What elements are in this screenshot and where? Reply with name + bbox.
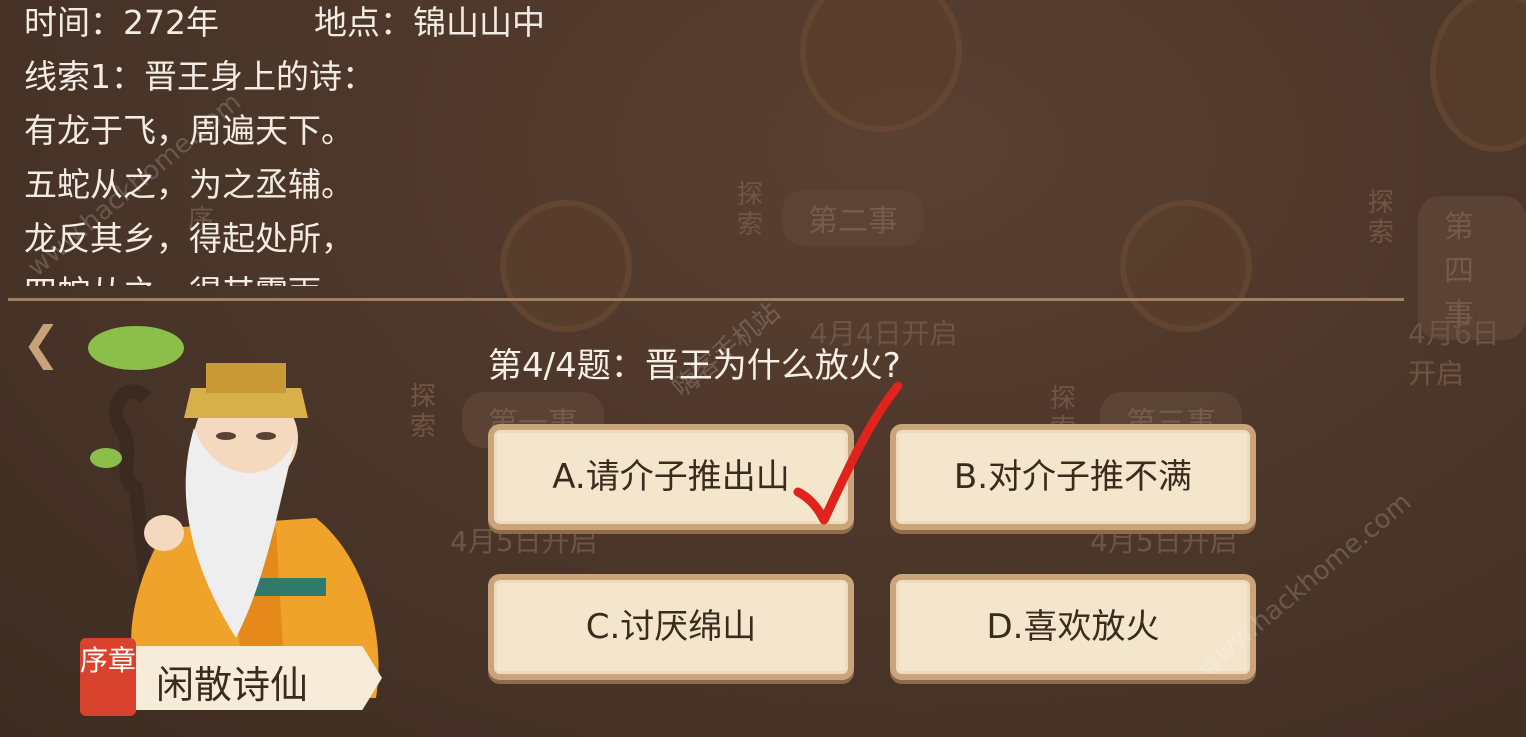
check-mark-icon [793,381,903,525]
divider [8,298,1404,301]
explore-label: 探索 [737,180,764,240]
answer-c-button[interactable]: C.讨厌绵山 [488,574,854,680]
character-name: 闲散诗仙 [156,663,309,707]
back-arrow-icon[interactable]: ❮ [22,318,62,368]
explore-label: 探索 [1368,188,1395,248]
clue-panel: 时间：272年 地点：锦山山中 线索1：晋王身上的诗： 有龙于飞，周遍天下。 五蛇… [24,0,664,286]
explore-label: 探索 [410,382,437,442]
character-name-plate: 闲散诗仙 [136,646,382,710]
unlock-date: 4月6日开启 [1408,317,1500,390]
poem-line: 四蛇从之，得其露雨 [24,266,664,286]
locked-medal-icon [1120,200,1252,332]
poem-line: 龙反其乡，得起处所， [24,219,354,258]
time-text: 时间：272年 [24,3,219,42]
place-text: 地点：锦山山中 [314,3,545,42]
poem-line: 有龙于飞，周遍天下。 [24,111,354,150]
chapter-tag-second: 第二事 [782,190,924,246]
answer-b-button[interactable]: B.对介子推不满 [890,424,1256,530]
clue-title: 线索1：晋王身上的诗： [24,57,375,96]
chapter-tag: 序章 [80,638,136,716]
time-place-row: 时间：272年 地点：锦山山中 [24,0,664,50]
